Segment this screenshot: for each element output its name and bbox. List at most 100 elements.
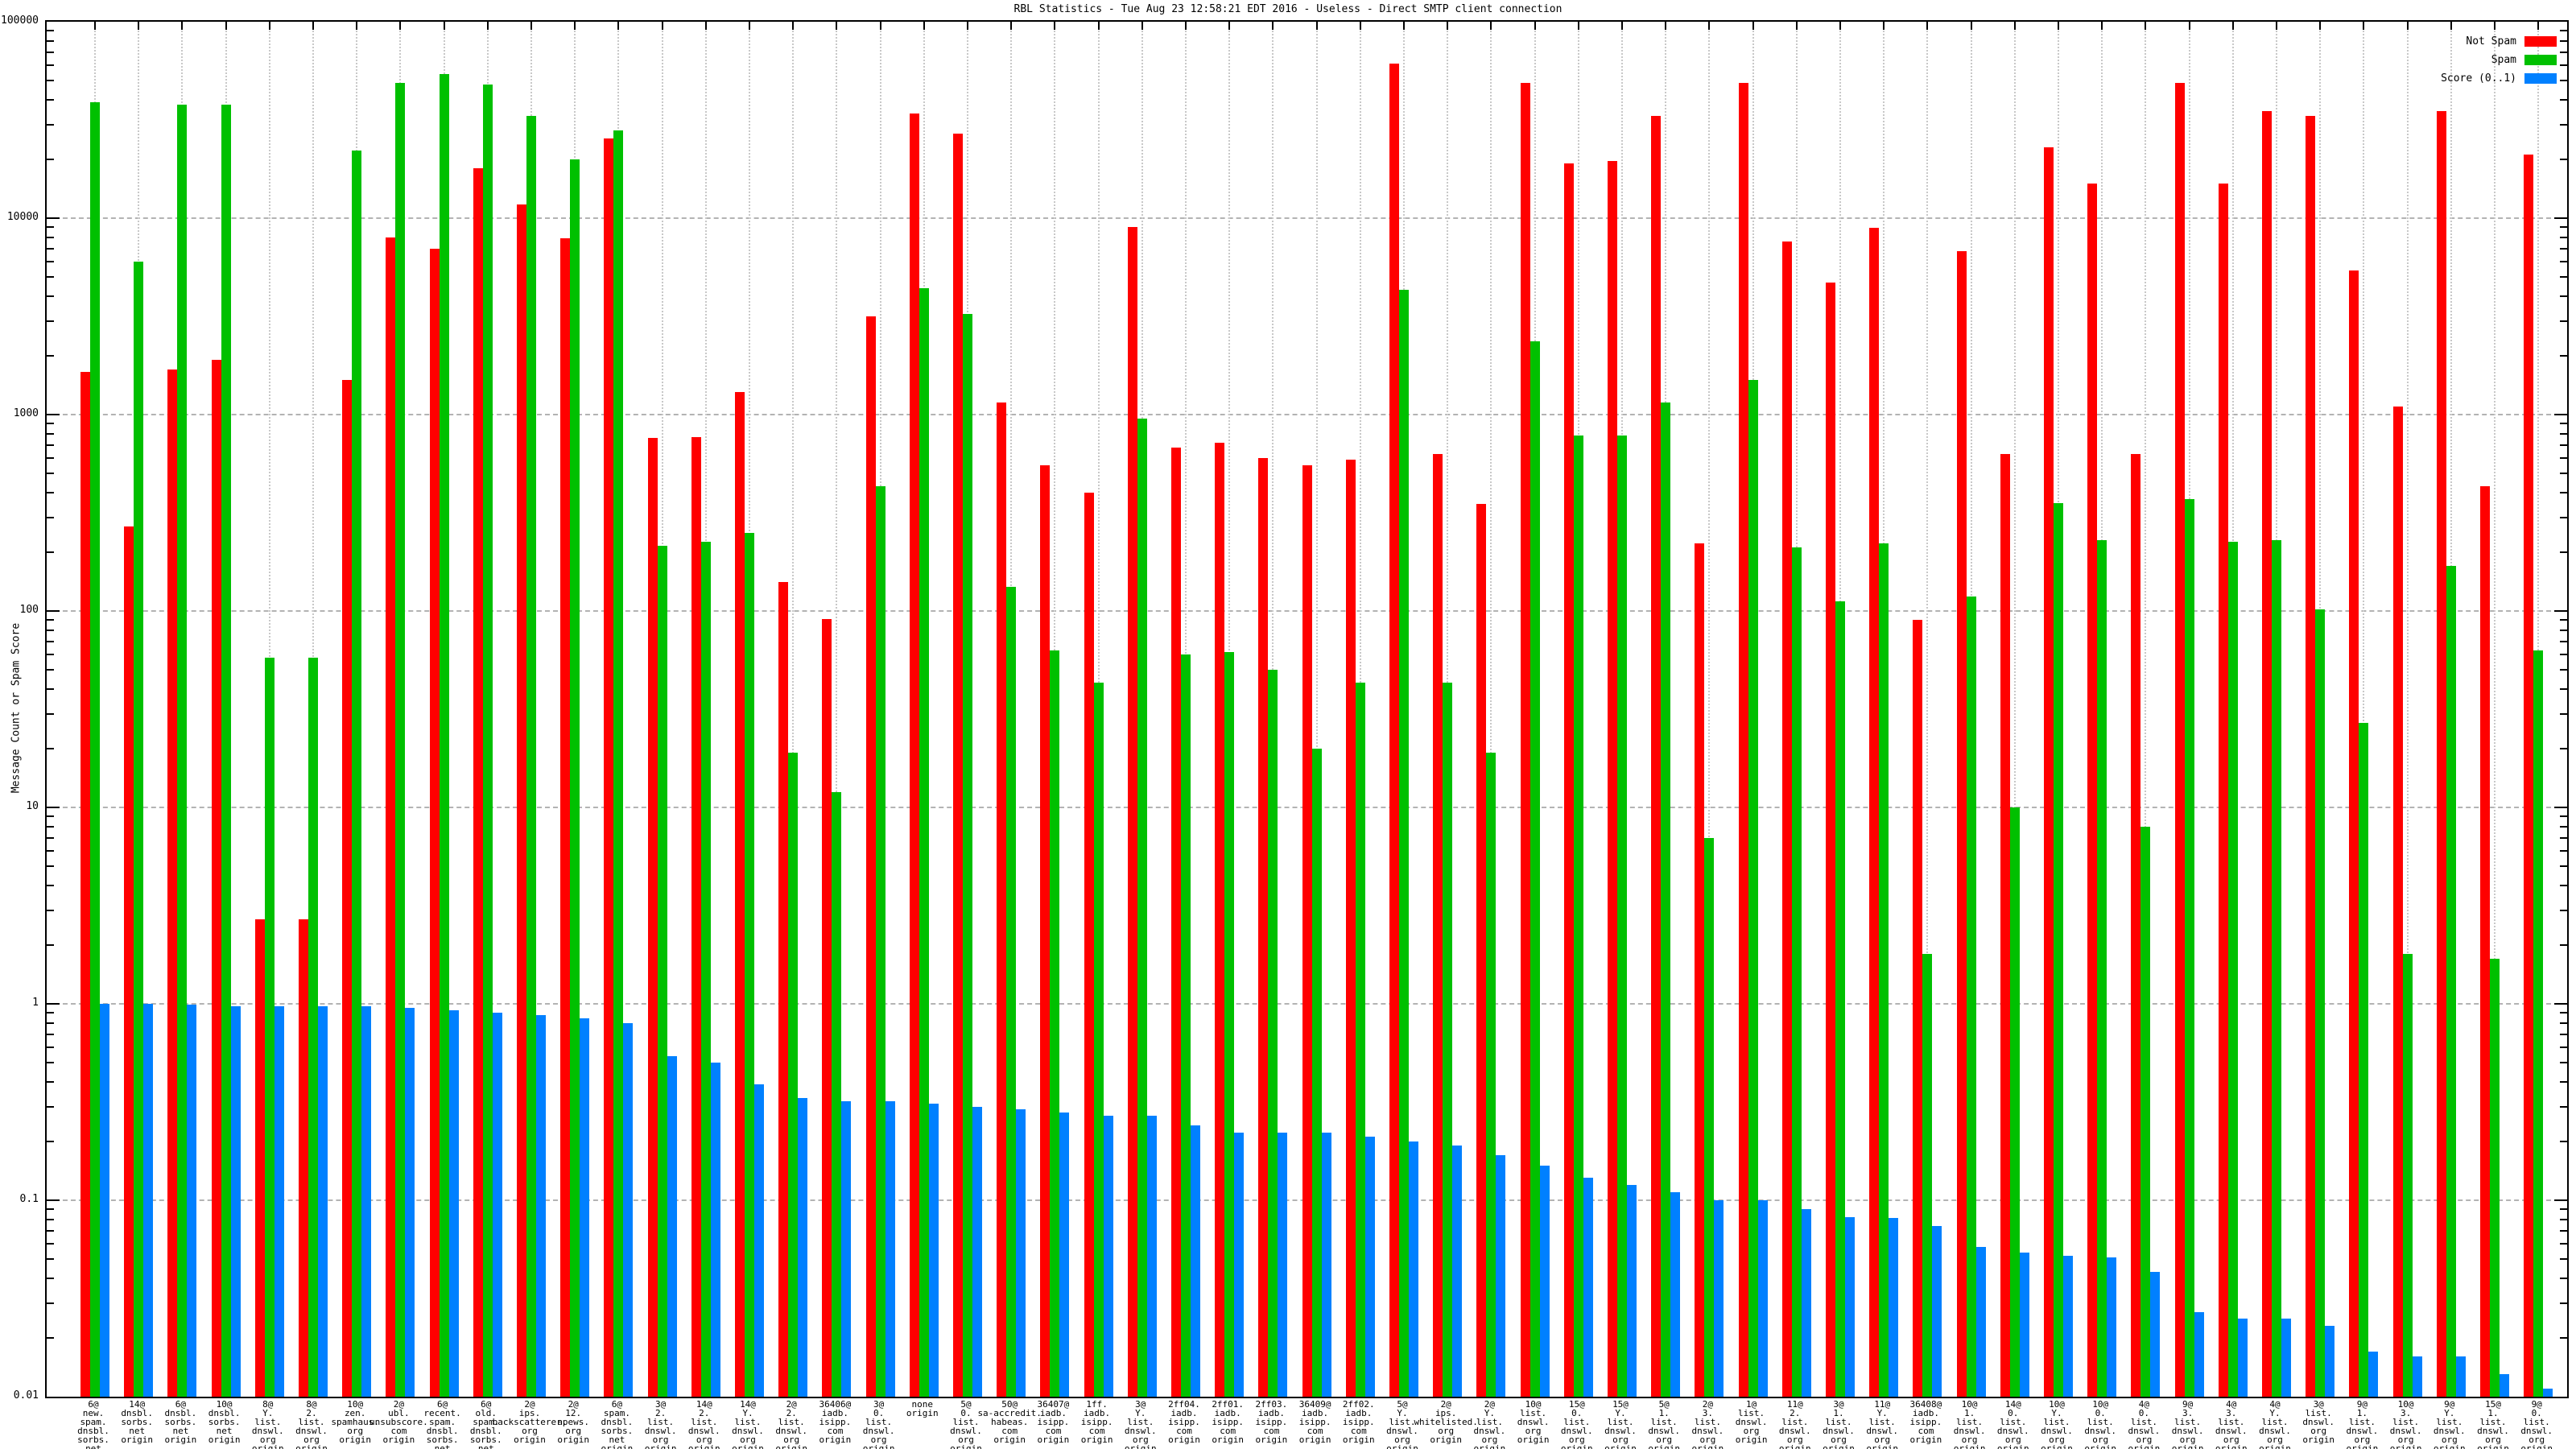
- y-minor-tick: [47, 354, 54, 357]
- bar-score: [2150, 1272, 2160, 1397]
- bar-spam: [1224, 652, 1234, 1397]
- y-minor-tick: [47, 30, 54, 32]
- legend-swatch-not-spam: [2524, 36, 2557, 47]
- y-minor-tick: [47, 836, 54, 839]
- legend-swatch-spam: [2524, 55, 2557, 65]
- bar-not_spam: [2000, 454, 2010, 1397]
- bar-not_spam: [342, 380, 352, 1397]
- bar-not_spam: [648, 438, 658, 1397]
- x-top-tick: [1272, 22, 1274, 30]
- bar-score: [1758, 1200, 1768, 1397]
- bar-not_spam: [1521, 83, 1530, 1397]
- legend-row-score: Score (0..1): [2441, 69, 2557, 88]
- bar-not_spam: [778, 582, 788, 1397]
- y-minor-tick: [2560, 909, 2567, 911]
- y-minor-tick: [2560, 1062, 2567, 1064]
- x-top-tick: [749, 22, 750, 30]
- y-minor-tick: [2560, 432, 2567, 435]
- x-top-tick: [181, 22, 184, 30]
- bar-spam: [483, 85, 493, 1397]
- bar-spam: [221, 105, 231, 1397]
- bar-spam: [832, 792, 841, 1397]
- bar-score: [2325, 1326, 2334, 1397]
- y-major-tick: [47, 1003, 60, 1005]
- bar-spam: [1399, 290, 1409, 1397]
- y-minor-tick: [47, 444, 54, 446]
- bar-spam: [1574, 436, 1583, 1397]
- x-top-tick: [312, 22, 314, 30]
- bar-score: [231, 1006, 241, 1397]
- plot-area: [45, 20, 2569, 1398]
- x-top-tick: [1010, 22, 1013, 30]
- x-top-tick: [1534, 22, 1536, 30]
- y-minor-tick: [2560, 1278, 2567, 1280]
- y-major-tick: [2554, 414, 2567, 415]
- bar-score: [2281, 1319, 2291, 1397]
- bar-not_spam: [1739, 83, 1748, 1397]
- bar-spam: [352, 151, 361, 1397]
- bar-score: [1845, 1217, 1855, 1397]
- y-minor-tick: [2560, 320, 2567, 322]
- legend-label-not-spam: Not Spam: [2466, 35, 2516, 47]
- bar-score: [2020, 1253, 2029, 1397]
- x-top-tick: [1054, 22, 1056, 30]
- y-minor-tick: [47, 654, 54, 656]
- y-axis-title: Message Count or Spam Score: [10, 622, 23, 794]
- x-top-tick: [1315, 22, 1318, 30]
- y-minor-tick: [2560, 123, 2567, 126]
- y-minor-tick: [2560, 1229, 2567, 1232]
- bar-not_spam: [2306, 116, 2315, 1397]
- bar-score: [275, 1006, 284, 1397]
- bar-not_spam: [1564, 163, 1574, 1397]
- y-tick-label: 100000: [1, 14, 39, 27]
- bar-score: [1976, 1247, 1986, 1397]
- bar-spam: [1312, 749, 1322, 1397]
- y-minor-tick: [47, 39, 54, 42]
- bar-spam: [526, 116, 536, 1397]
- bar-not_spam: [80, 372, 90, 1397]
- x-top-tick: [399, 22, 402, 30]
- bar-spam: [1268, 670, 1278, 1397]
- x-top-tick: [1665, 22, 1667, 30]
- x-top-tick: [138, 22, 140, 30]
- legend-row-spam: Spam: [2441, 51, 2557, 69]
- y-minor-tick: [2560, 1140, 2567, 1142]
- y-minor-tick: [47, 1062, 54, 1064]
- x-top-tick: [2406, 22, 2409, 30]
- bar-score: [2107, 1257, 2116, 1397]
- bar-spam: [2185, 499, 2194, 1397]
- bar-spam: [1006, 587, 1016, 1397]
- y-major-tick: [47, 610, 60, 612]
- x-top-tick: [617, 22, 620, 30]
- y-major-tick: [47, 807, 60, 808]
- y-minor-tick: [2560, 295, 2567, 298]
- bar-score: [2194, 1312, 2204, 1397]
- bar-spam: [1137, 419, 1147, 1397]
- bar-spam: [308, 658, 318, 1397]
- bar-not_spam: [560, 238, 570, 1397]
- x-top-tick: [1185, 22, 1187, 30]
- x-top-tick: [661, 22, 663, 30]
- x-top-tick: [1577, 22, 1579, 30]
- y-minor-tick: [2560, 39, 2567, 42]
- y-minor-tick: [47, 909, 54, 911]
- bar-spam: [2010, 807, 2020, 1397]
- y-minor-tick: [2560, 654, 2567, 656]
- x-top-tick: [2363, 22, 2365, 30]
- x-top-tick: [1141, 22, 1143, 30]
- x-top-tick: [1621, 22, 1623, 30]
- bar-spam: [395, 83, 405, 1397]
- y-minor-tick: [47, 1278, 54, 1280]
- y-minor-tick: [47, 1208, 54, 1211]
- y-minor-tick: [47, 1140, 54, 1142]
- y-major-tick: [2554, 217, 2567, 219]
- bar-not_spam: [1913, 620, 1922, 1397]
- y-minor-tick: [2560, 1012, 2567, 1014]
- bar-spam: [613, 130, 623, 1397]
- bar-score: [711, 1063, 720, 1397]
- y-minor-tick: [47, 423, 54, 425]
- y-minor-tick: [2560, 669, 2567, 671]
- x-top-tick: [94, 22, 96, 30]
- y-minor-tick: [2560, 1208, 2567, 1211]
- y-minor-tick: [2560, 423, 2567, 425]
